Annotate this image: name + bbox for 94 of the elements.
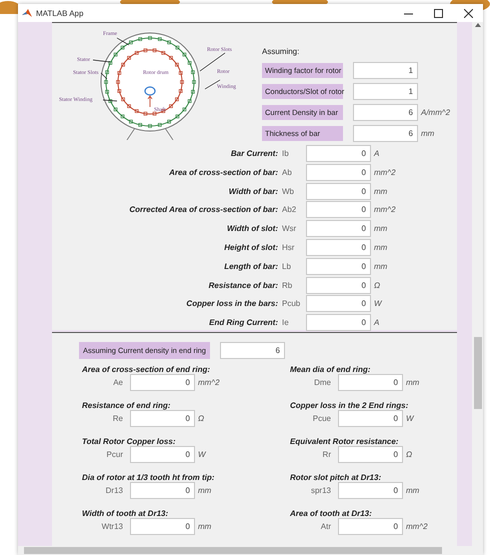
result-label: Width of tooth at Dr13: [82,509,170,518]
symbol-label: Dme [313,378,332,387]
unit-label: Ω [374,280,380,290]
result-label: Area of tooth at Dr13: [290,509,373,518]
app-icon [22,8,32,18]
value-field[interactable]: 0 [306,220,371,238]
symbol-label: Rb [282,280,294,290]
symbol-label: Atr [320,522,332,531]
symbol-label: Ae [112,378,124,387]
result-label: Area of cross-section of bar: [168,168,279,177]
unit-label: mm [406,486,420,495]
value-field[interactable]: 6 [353,104,418,121]
symbol-label: Lb [282,262,292,271]
symbol-label: Ab2 [282,205,298,214]
symbol-label: Ab [282,168,293,177]
result-label: Equivalent Rotor resistance: [290,437,400,446]
unit-label: A [374,318,380,328]
value-field[interactable]: 1 [353,83,418,100]
unit-label: mm [421,129,434,138]
symbol-label: Re [112,414,124,423]
value-field[interactable]: 0 [338,446,403,463]
result-label: Corrected Area of cross-section of bar: [128,205,279,214]
value-field[interactable]: 0 [306,295,371,312]
value-field[interactable]: 0 [306,276,371,294]
value-field[interactable]: 0 [130,374,195,391]
unit-label: mm [198,486,212,495]
symbol-label: Pcur [106,450,124,459]
result-label: Dia of rotor at 1/3 tooth ht from tip: [82,473,216,482]
value-field[interactable]: 1 [353,62,418,79]
result-label: Width of slot: [226,224,279,234]
symbol-label: Pcue [312,414,332,423]
value-field[interactable]: 0 [338,410,403,427]
symbol-label: Dr13 [104,486,124,495]
value-field[interactable]: 0 [306,238,371,256]
unit-label: mm [198,522,212,531]
unit-label: mm^2 [374,168,396,177]
value-field[interactable]: 6 [220,342,285,359]
value-field[interactable]: 0 [306,182,371,200]
symbol-label: Ib [282,149,290,158]
result-label: End Ring Current: [208,318,279,328]
value-field[interactable]: 0 [338,518,403,535]
unit-label: mm [374,186,388,196]
result-label: Copper loss in the bars: [185,299,279,308]
unit-label: A [374,149,380,158]
unit-label: mm [374,242,388,252]
value-field[interactable]: 0 [130,446,195,463]
result-label: Resistance of end ring: [82,401,172,410]
result-label: Area of cross-section of end ring: [82,365,212,374]
value-field[interactable]: 0 [306,258,371,275]
symbol-label: Pcub [282,299,302,308]
value-field[interactable]: 0 [306,164,371,181]
value-field[interactable]: 0 [338,374,403,391]
result-label: Height of slot: [223,242,279,252]
unit-label: W [406,414,414,423]
result-label: Resistance of bar: [208,280,279,290]
window-title: MATLAB App [36,8,84,18]
unit-label: W [374,299,382,308]
unit-label: mm [374,262,388,271]
value-field[interactable]: 0 [306,145,371,162]
unit-label: Ω [198,414,204,423]
maximize-icon[interactable] [434,8,442,18]
value-field[interactable]: 0 [306,314,371,332]
scroll-thumb[interactable] [474,337,482,409]
result-label: Rotor slot pitch at Dr13: [290,473,382,482]
symbol-label: Wb [282,186,295,196]
value-field[interactable]: 6 [353,125,418,142]
unit-label: W [198,450,206,459]
symbol-label: Hsr [282,242,296,252]
symbol-label: Ie [282,318,290,328]
result-label: Length of bar: [223,262,279,271]
result-label: Copper loss in the 2 End rings: [290,401,410,410]
result-label: Width of bar: [228,186,279,196]
assuming-heading: Assuming: [262,47,300,56]
result-label: Mean dia of end ring: [290,365,372,374]
value-field[interactable]: 0 [338,482,403,499]
unit-label: mm^2 [406,522,428,531]
close-icon[interactable] [464,8,472,18]
unit-label: mm^2 [198,378,220,387]
symbol-label: spr13 [310,486,332,495]
value-field[interactable]: 0 [130,482,195,499]
unit-label: mm [406,378,420,387]
unit-label: Ω [406,450,412,459]
unit-label: mm^2 [374,205,396,214]
value-field[interactable]: 0 [306,201,371,218]
value-field[interactable]: 0 [130,410,195,427]
value-field[interactable]: 0 [130,518,195,535]
unit-label: A/mm^2 [421,108,450,117]
result-label: Bar Current: [230,149,279,158]
result-label: Total Rotor Copper loss: [82,437,176,446]
symbol-label: Wsr [282,224,298,234]
scroll-thumb[interactable] [24,547,442,554]
symbol-label: Wtr13 [100,522,124,531]
unit-label: mm [374,224,388,234]
symbol-label: Rr [322,450,332,459]
